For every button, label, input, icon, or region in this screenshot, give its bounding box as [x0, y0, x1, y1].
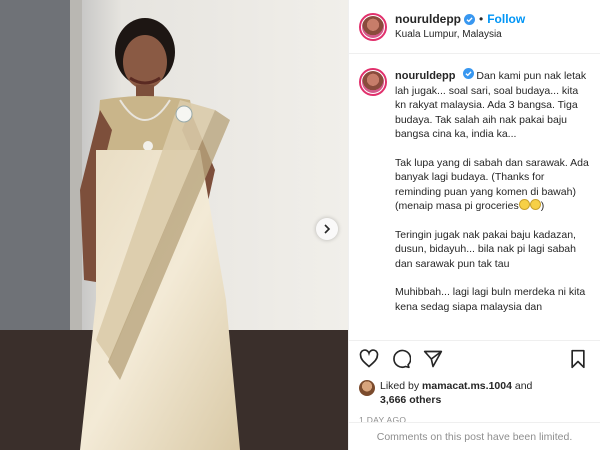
comments-limited-notice: Comments on this post have been limited.	[349, 422, 600, 450]
likes-others-count[interactable]: 3,666 others	[380, 394, 441, 406]
caption-author-avatar[interactable]	[359, 68, 387, 96]
post-header: nouruldepp • Follow Kuala Lumpur, Malays…	[349, 0, 600, 54]
liker-username[interactable]: mamacat.ms.1004	[422, 380, 512, 392]
separator-dot: •	[479, 11, 484, 26]
liker-avatar[interactable]	[359, 380, 375, 396]
follow-button[interactable]: Follow	[487, 12, 525, 27]
photo-woman-in-saree	[0, 0, 348, 450]
author-avatar[interactable]	[359, 12, 387, 41]
verified-badge-icon	[464, 13, 475, 25]
caption-section: nouruldepp Dan kami pun nak letak lah ju…	[349, 54, 600, 340]
caption-paragraph-3: Teringin jugak nak pakai baju kadazan, d…	[395, 228, 576, 270]
laughing-emoji-icon	[518, 199, 530, 210]
caption-paragraph-4: Muhibbah... lagi lagi buln merdeka ni ki…	[395, 286, 586, 313]
post-location[interactable]: Kuala Lumpur, Malaysia	[395, 27, 525, 42]
post-side-panel: nouruldepp • Follow Kuala Lumpur, Malays…	[348, 0, 600, 450]
caption-paragraph-2: Tak lupa yang di sabah dan sarawak. Ada …	[395, 156, 589, 213]
bookmark-icon[interactable]	[568, 349, 590, 371]
heart-icon[interactable]	[359, 349, 381, 371]
post-photo[interactable]	[0, 0, 348, 450]
author-username[interactable]: nouruldepp	[395, 12, 461, 27]
laughing-emoji-icon	[529, 199, 541, 210]
caption-username[interactable]: nouruldepp	[395, 70, 456, 82]
likes-summary: Liked by mamacat.ms.1004 and 3,666 other…	[359, 379, 590, 407]
caption-text: nouruldepp Dan kami pun nak letak lah ju…	[395, 68, 589, 313]
chevron-right-icon	[324, 224, 331, 234]
likes-prefix: Liked by	[380, 380, 420, 392]
instagram-post: nouruldepp • Follow Kuala Lumpur, Malays…	[0, 0, 600, 450]
send-icon[interactable]	[423, 349, 445, 371]
likes-conjunction: and	[514, 380, 533, 392]
comment-icon[interactable]	[391, 349, 413, 371]
verified-badge-icon	[462, 68, 474, 79]
next-photo-button[interactable]	[316, 218, 338, 240]
